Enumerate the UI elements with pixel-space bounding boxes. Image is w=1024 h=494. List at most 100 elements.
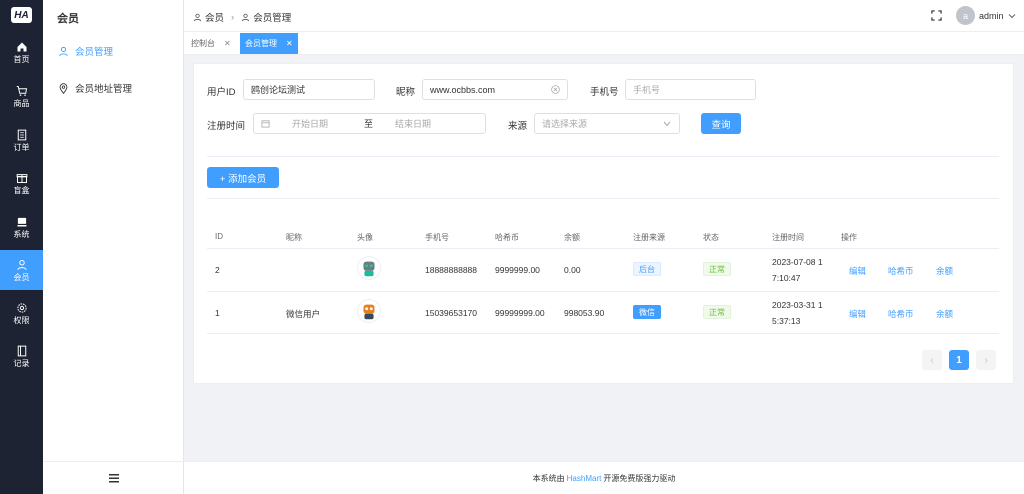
avatar (357, 299, 381, 323)
home-icon (17, 42, 26, 51)
rail-item-label: 首页 (13, 54, 30, 64)
rail-item-goods[interactable]: 商品 (0, 76, 43, 116)
cell-balance: 998053.90 (564, 308, 605, 318)
submenu-item-address-management[interactable]: 会员地址管理 (43, 73, 184, 103)
content-card (193, 63, 1014, 384)
footer-suffix: 开源免费版强力驱动 (603, 473, 676, 483)
user-id-label: 用户ID (207, 87, 236, 98)
tab-member-management[interactable]: 会员管理 ✕ (240, 33, 298, 54)
query-button[interactable]: 查询 (701, 113, 741, 134)
source-label: 来源 (508, 121, 528, 132)
footer-prefix: 本系统由 (532, 473, 565, 483)
date-range-picker[interactable]: 开始日期 至 结束日期 (253, 113, 486, 134)
user-id-input[interactable]: 鸥创论坛测试 (243, 79, 375, 100)
row-divider (207, 248, 999, 249)
rail-item-orders[interactable]: 订单 (0, 120, 43, 160)
nickname-value: www.ocbbs.com (430, 84, 496, 95)
source-placeholder: 请选择来源 (542, 119, 588, 129)
source-select[interactable]: 请选择来源 (534, 113, 680, 134)
status-badge: 正常 (703, 262, 731, 276)
column-header-nickname: 昵称 (286, 233, 302, 242)
divider (207, 198, 999, 199)
top-header: 会员 › 会员管理 a admin (184, 0, 1024, 32)
rail-item-label: 盲盒 (13, 185, 30, 195)
cell-register-time: 2023-03-31 1 (772, 300, 823, 310)
user-icon (193, 13, 202, 21)
nickname-input[interactable]: www.ocbbs.com (422, 79, 568, 100)
user-icon (242, 13, 250, 21)
rail-item-blindbox[interactable]: 盲盒 (0, 163, 43, 203)
cell-register-time: 2023-07-08 1 (772, 257, 823, 267)
breadcrumb: 会员 › 会员管理 (193, 10, 291, 24)
start-date-input[interactable]: 开始日期 (292, 117, 344, 130)
next-page-button[interactable]: › (976, 350, 996, 370)
clear-icon[interactable] (551, 85, 560, 94)
column-header-avatar: 头像 (357, 233, 373, 242)
column-header-source: 注册来源 (633, 233, 665, 242)
rail-item-members[interactable]: 会员 (0, 250, 43, 290)
edit-link[interactable]: 编辑 (849, 265, 866, 277)
end-date-input[interactable]: 结束日期 (395, 117, 431, 130)
location-pin-icon (59, 82, 68, 94)
fullscreen-icon[interactable] (931, 10, 942, 21)
hashcoin-link[interactable]: 哈希币 (888, 265, 914, 277)
balance-link[interactable]: 余额 (936, 308, 953, 320)
rail-item-label: 权限 (13, 315, 30, 325)
balance-link[interactable]: 余额 (936, 265, 953, 277)
breadcrumb-item[interactable]: 会员 (205, 10, 224, 24)
collapse-menu-button[interactable] (43, 461, 184, 494)
row-divider (207, 291, 999, 292)
avatar[interactable]: a (956, 6, 975, 25)
column-header-id: ID (215, 232, 223, 241)
rail-item-permissions[interactable]: 权限 (0, 293, 43, 333)
user-menu[interactable]: admin (979, 11, 1016, 21)
tab-dashboard[interactable]: 控制台 ✕ (186, 33, 236, 54)
left-rail: HA 首页 商品 订单 盲盒 系统 会员 权限 记录 (0, 0, 43, 494)
hashcoin-link[interactable]: 哈希币 (888, 308, 914, 320)
username: admin (979, 11, 1004, 21)
calendar-icon (261, 120, 270, 128)
column-header-phone: 手机号 (425, 233, 449, 242)
add-member-button[interactable]: + 添加会员 (207, 167, 279, 188)
footer-brand-link[interactable]: HashMart (567, 474, 602, 483)
hamburger-icon (108, 473, 119, 482)
cell-id: 2 (215, 265, 220, 275)
chevron-down-icon (1008, 14, 1015, 19)
column-header-balance: 余额 (564, 233, 580, 242)
cart-icon (16, 85, 27, 96)
footer: 本系统由 HashMart 开源免费版强力驱动 (184, 461, 1024, 494)
close-icon[interactable]: ✕ (224, 39, 231, 48)
tab-label: 控制台 (191, 39, 215, 48)
breadcrumb-item: 会员管理 (253, 13, 292, 24)
gear-icon (16, 302, 27, 313)
submenu-item-member-management[interactable]: 会员管理 (43, 36, 184, 66)
chevron-down-icon (663, 121, 671, 127)
user-icon (16, 259, 27, 270)
prev-page-button[interactable]: ‹ (922, 350, 942, 370)
close-icon[interactable]: ✕ (286, 39, 293, 48)
column-header-register-time: 注册时间 (772, 233, 804, 242)
rail-item-home[interactable]: 首页 (0, 32, 43, 72)
user-icon (59, 46, 68, 56)
edit-link[interactable]: 编辑 (849, 308, 866, 320)
cell-balance: 0.00 (564, 265, 581, 275)
divider (207, 156, 999, 157)
monitor-icon (17, 217, 26, 226)
cell-register-time-cont: 7:10:47 (772, 273, 801, 283)
rail-item-records[interactable]: 记录 (0, 336, 43, 376)
source-badge: 微信 (633, 305, 661, 319)
app-logo: HA (11, 7, 32, 23)
sub-menu: 会员 会员管理 会员地址管理 (43, 0, 184, 494)
phone-input[interactable]: 手机号 (625, 79, 756, 100)
submenu-item-label: 会员管理 (75, 47, 114, 58)
tab-label: 会员管理 (245, 39, 277, 48)
rail-item-label: 商品 (13, 98, 30, 108)
column-header-status: 状态 (703, 233, 719, 242)
cell-hashcoin: 9999999.00 (495, 265, 540, 275)
page-number-current[interactable]: 1 (949, 350, 969, 370)
rail-item-label: 记录 (13, 358, 30, 368)
rail-item-system[interactable]: 系统 (0, 207, 43, 247)
rail-item-label: 会员 (13, 272, 30, 282)
cell-phone: 18888888888 (425, 265, 478, 275)
book-icon (17, 345, 26, 356)
